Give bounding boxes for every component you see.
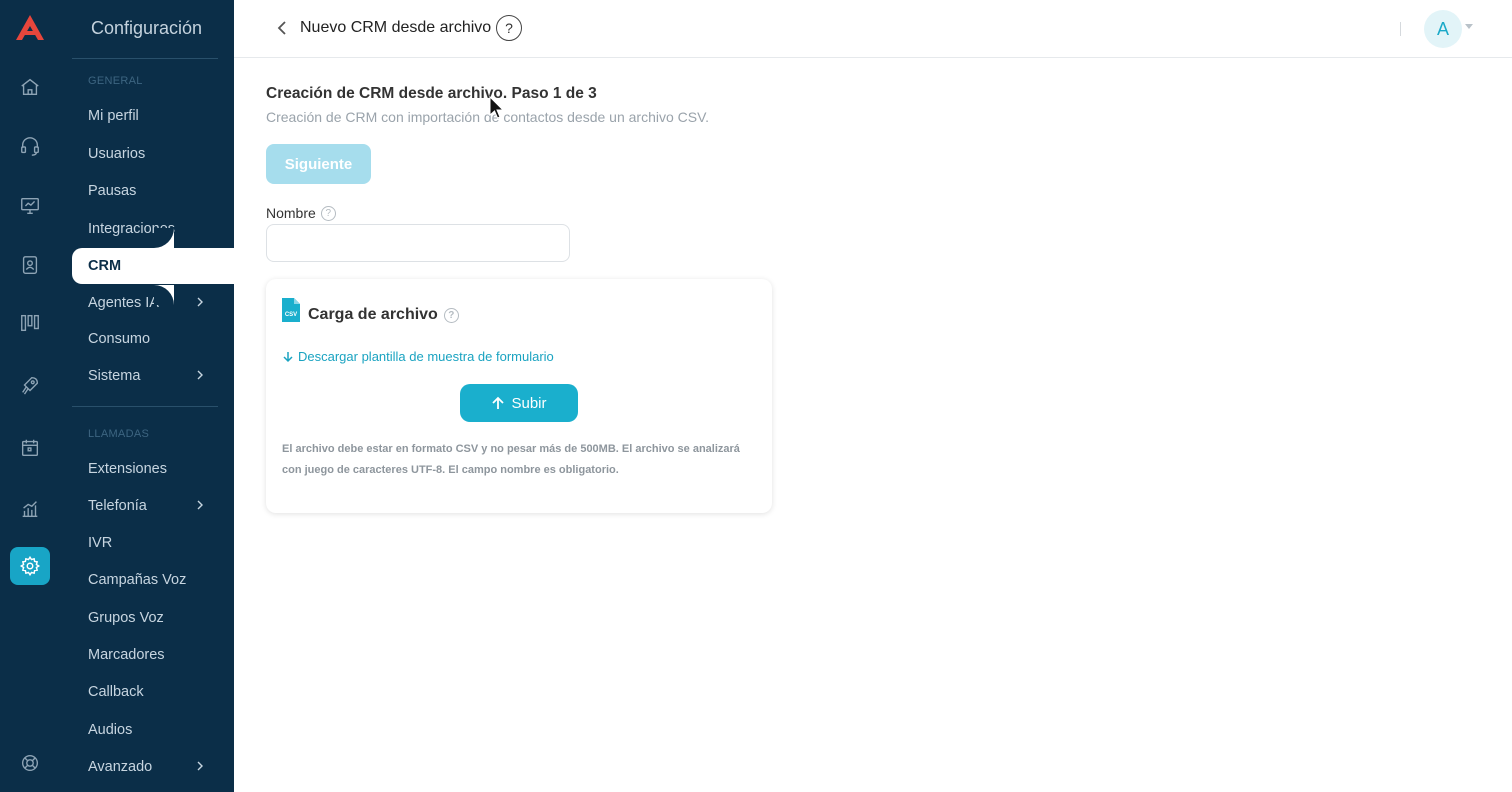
sidebar-item-label: Consumo [88,331,151,347]
sidebar-item-label: Callback [88,684,144,700]
sidebar-item-audios[interactable]: Audios [72,712,234,748]
next-button[interactable]: Siguiente [266,144,371,184]
icon-rail [0,0,60,792]
sidebar-item-telefonia[interactable]: Telefonía [72,488,234,524]
support-icon[interactable] [10,744,50,782]
file-requirements-note: El archivo debe estar en formato CSV y n… [282,443,740,476]
active-tab-corner [154,228,174,248]
settings-sidebar: Configuración GENERAL Mi perfil Usuarios… [60,0,234,792]
chevron-right-icon [197,370,203,380]
active-tab-corner [154,285,174,305]
sidebar-item-marcadores[interactable]: Marcadores [72,637,234,673]
home-icon[interactable] [10,68,50,106]
logo-icon[interactable] [14,13,46,43]
contacts-icon[interactable] [10,246,50,284]
name-input[interactable] [266,224,570,262]
avatar[interactable]: A [1424,10,1462,48]
help-icon[interactable]: ? [443,307,459,323]
sidebar-item-pausas[interactable]: Pausas [72,173,234,209]
gear-icon[interactable] [10,547,50,585]
file-upload-card: CSV Carga de archivo ? Descargar plantil… [266,279,772,513]
top-header: Nuevo CRM desde archivo ? A [234,0,1512,58]
sidebar-item-label: Grupos Voz [88,610,164,626]
headset-icon[interactable] [10,127,50,165]
name-field-label: Nombre ? [266,205,336,221]
sidebar-item-crm[interactable]: CRM [72,248,234,284]
divider [72,406,218,407]
kanban-icon[interactable] [10,304,50,342]
page-title: Nuevo CRM desde archivo [300,19,492,36]
sidebar-item-avanzado[interactable]: Avanzado [72,749,234,785]
rocket-icon[interactable] [10,366,50,404]
sidebar-item-label: Agentes IA [88,295,159,311]
download-template-link[interactable]: Descargar plantilla de muestra de formul… [282,349,554,364]
card-title: Carga de archivo ? [308,306,459,324]
caret-down-icon[interactable] [1465,24,1473,29]
sidebar-item-label: CRM [88,258,122,274]
chevron-right-icon [197,500,203,510]
monitor-icon[interactable] [10,187,50,225]
sidebar-item-label: Mi perfil [88,108,139,124]
sidebar-item-label: Usuarios [88,146,146,162]
label-text: Nombre [266,205,316,221]
card-title-text: Carga de archivo [308,306,438,323]
sidebar-item-extensiones[interactable]: Extensiones [72,451,234,487]
sidebar-item-consumo[interactable]: Consumo [72,321,234,357]
sidebar-item-integraciones[interactable]: Integraciones [72,211,234,247]
help-button[interactable]: ? [496,15,522,41]
sidebar-item-campanas-voz[interactable]: Campañas Voz [72,562,234,598]
sidebar-item-sistema[interactable]: Sistema [72,358,234,394]
section-label-general: GENERAL [88,75,143,87]
sidebar-item-label: Marcadores [88,647,165,663]
chevron-right-icon [197,761,203,771]
chevron-right-icon [197,297,203,307]
divider [72,58,218,59]
sidebar-item-label: Avanzado [88,759,153,775]
sidebar-item-agentes-ia[interactable]: Agentes IA [72,285,234,321]
step-title: Creación de CRM desde archivo. Paso 1 de… [266,85,597,102]
stats-icon[interactable] [10,490,50,528]
mouse-cursor-icon [489,96,505,119]
sidebar-item-label: Pausas [88,183,137,199]
sidebar-item-label: Telefonía [88,498,147,514]
sidebar-title: Configuración [91,18,203,38]
sidebar-item-callback[interactable]: Callback [72,674,234,710]
sidebar-item-grupos-voz[interactable]: Grupos Voz [72,600,234,636]
arrow-down-icon [283,351,293,362]
divider [1400,22,1401,36]
sidebar-item-label: Sistema [88,368,141,384]
sidebar-item-label: IVR [88,535,113,551]
upload-button[interactable]: Subir [460,384,578,422]
help-icon[interactable]: ? [320,205,336,221]
sidebar-item-label: Extensiones [88,461,167,477]
step-subtitle: Creación de CRM con importación de conta… [266,109,710,125]
calendar-icon[interactable] [10,429,50,467]
upload-button-label: Subir [511,394,547,412]
sidebar-item-ivr[interactable]: IVR [72,525,234,561]
sidebar-item-label: Campañas Voz [88,572,187,588]
download-link-text: Descargar plantilla de muestra de formul… [298,349,554,364]
sidebar-item-usuarios[interactable]: Usuarios [72,136,234,172]
arrow-up-icon [492,396,505,409]
csv-file-icon: CSV [282,298,300,322]
back-button[interactable] [272,17,292,39]
sidebar-item-mi-perfil[interactable]: Mi perfil [72,98,234,134]
csv-badge: CSV [285,312,297,318]
sidebar-item-label: Audios [88,722,133,738]
chevron-left-icon [277,21,286,35]
section-label-llamadas: LLAMADAS [88,428,150,440]
